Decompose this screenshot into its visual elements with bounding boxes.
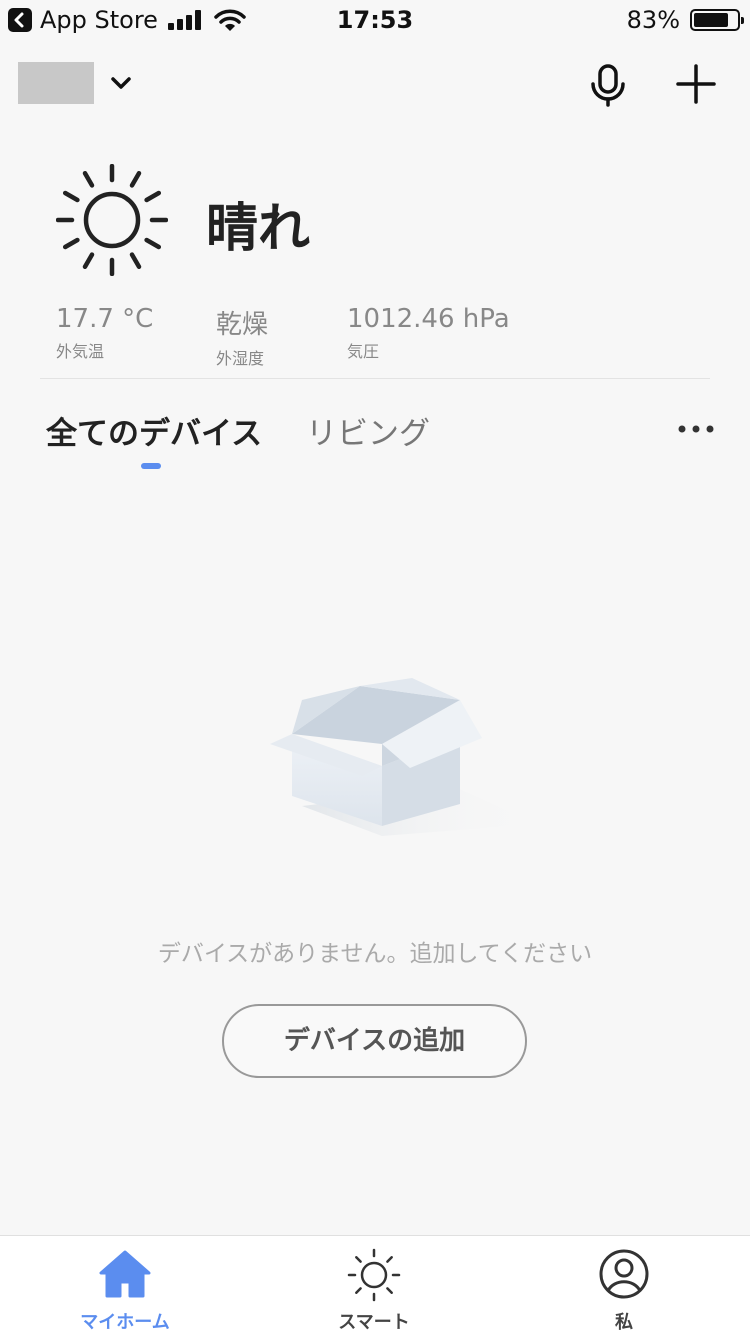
sun-icon [56,164,168,276]
microphone-icon[interactable] [588,62,628,108]
tab-indicator [141,463,161,469]
empty-message: デバイスがありません。追加してください [157,941,593,967]
nav-item-my-home[interactable]: マイホーム [25,1236,225,1334]
battery-percent: 83% [626,6,680,34]
nav-item-smart[interactable]: スマート [274,1236,474,1334]
stat-outdoor-humidity: 乾燥 外湿度 [216,304,268,369]
user-icon [599,1249,649,1299]
nav-label: スマート [338,1312,410,1333]
stat-pressure: 1012.46 hPa 気圧 [347,304,510,362]
tab-all-devices[interactable]: 全てのデバイス [46,408,262,453]
nav-label: 私 [615,1312,633,1333]
stat-value: 1012.46 hPa [347,304,510,334]
stat-outdoor-temp: 17.7 °C 外気温 [56,304,153,362]
add-device-button[interactable]: デバイスの追加 [222,1004,527,1078]
stat-label: 外気温 [56,342,105,361]
weather-condition: 晴れ [206,199,311,259]
bottom-nav: マイホーム スマート 私 [0,1235,750,1334]
home-icon [99,1250,151,1298]
stat-value: 17.7 °C [56,304,154,334]
status-bar: App Store 17:53 83% [0,0,750,40]
nav-label: マイホーム [80,1312,170,1333]
nav-item-me[interactable]: 私 [524,1236,724,1334]
chevron-down-icon [111,77,131,89]
tab-living[interactable]: リビング [306,408,430,453]
divider [40,378,710,379]
empty-box-icon [270,678,537,836]
home-name-redacted [18,62,94,104]
more-horizontal-icon[interactable] [676,422,716,436]
home-selector[interactable] [18,62,132,104]
plus-icon[interactable] [676,64,716,104]
battery-icon [690,9,744,31]
stat-label: 外湿度 [216,349,265,368]
stat-label: 気圧 [347,342,380,361]
stat-value: 乾燥 [216,310,269,340]
sun-icon [347,1248,401,1302]
